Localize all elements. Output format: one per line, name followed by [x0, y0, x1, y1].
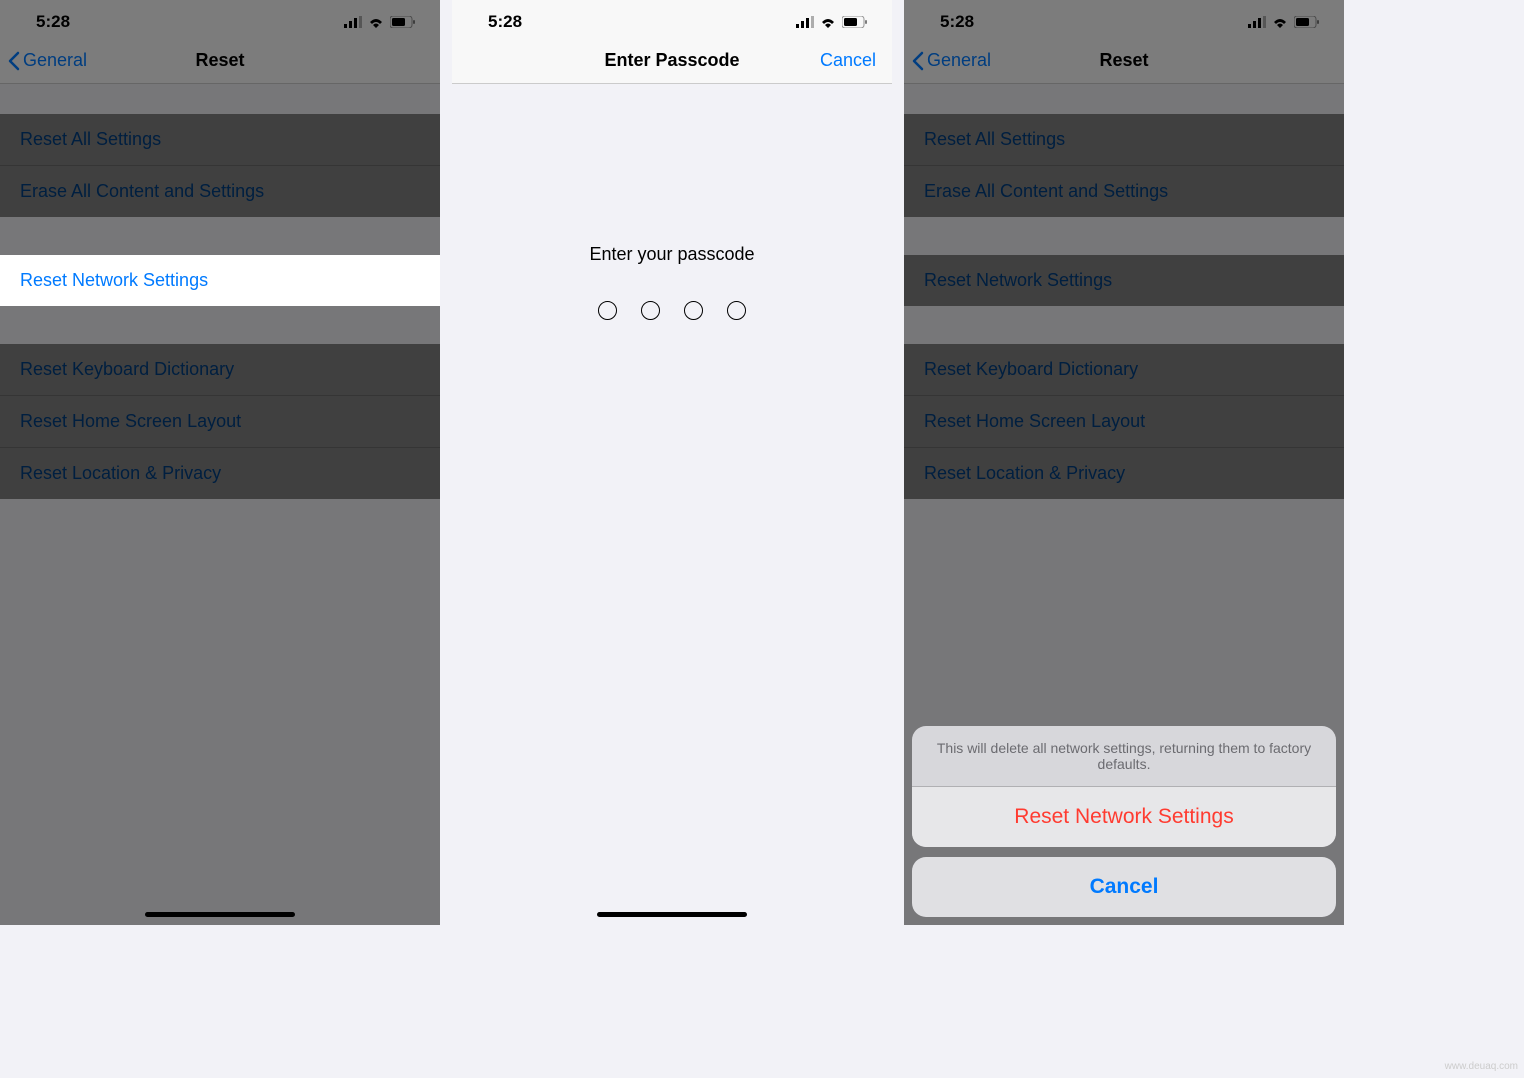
reset-home-screen-layout[interactable]: Reset Home Screen Layout: [904, 396, 1344, 448]
passcode-dots: [452, 301, 892, 320]
reset-home-screen-layout[interactable]: Reset Home Screen Layout: [0, 396, 440, 448]
status-time: 5:28: [940, 12, 974, 32]
watermark: www.deuaq.com: [1445, 1061, 1518, 1072]
action-sheet-header: This will delete all network settings, r…: [912, 726, 1336, 787]
passcode-area: Enter your passcode: [452, 84, 892, 320]
nav-bar: Enter Passcode Cancel: [452, 38, 892, 84]
wifi-icon: [1272, 16, 1288, 28]
reset-network-settings[interactable]: Reset Network Settings: [0, 255, 440, 306]
cancel-button[interactable]: Cancel: [820, 50, 876, 71]
status-bar: 5:28: [452, 0, 892, 38]
passcode-dot: [598, 301, 617, 320]
wifi-icon: [368, 16, 384, 28]
action-sheet-destructive-button[interactable]: Reset Network Settings: [912, 787, 1336, 847]
battery-icon: [842, 16, 868, 28]
erase-all-content[interactable]: Erase All Content and Settings: [0, 166, 440, 217]
nav-back-button[interactable]: General: [904, 50, 991, 71]
phone-screen-reset-highlighted: 5:28 General Reset Reset All Settings Er…: [0, 0, 440, 925]
passcode-dot: [684, 301, 703, 320]
chevron-left-icon: [8, 51, 20, 71]
passcode-dot: [727, 301, 746, 320]
status-icons: [344, 16, 416, 28]
passcode-dot: [641, 301, 660, 320]
status-bar: 5:28: [0, 0, 440, 38]
action-sheet-cancel-button[interactable]: Cancel: [912, 857, 1336, 917]
reset-all-settings[interactable]: Reset All Settings: [904, 114, 1344, 166]
status-bar: 5:28: [904, 0, 1344, 38]
nav-back-button[interactable]: General: [0, 50, 87, 71]
reset-keyboard-dictionary[interactable]: Reset Keyboard Dictionary: [904, 344, 1344, 396]
nav-bar: General Reset: [904, 38, 1344, 84]
wifi-icon: [820, 16, 836, 28]
battery-icon: [1294, 16, 1320, 28]
reset-location-privacy[interactable]: Reset Location & Privacy: [0, 448, 440, 499]
status-time: 5:28: [36, 12, 70, 32]
home-indicator[interactable]: [145, 912, 295, 917]
action-sheet: This will delete all network settings, r…: [912, 726, 1336, 917]
reset-keyboard-dictionary[interactable]: Reset Keyboard Dictionary: [0, 344, 440, 396]
chevron-left-icon: [912, 51, 924, 71]
passcode-prompt: Enter your passcode: [452, 244, 892, 265]
action-sheet-card: This will delete all network settings, r…: [912, 726, 1336, 847]
status-time: 5:28: [488, 12, 522, 32]
nav-back-label: General: [927, 50, 991, 71]
nav-bar: General Reset: [0, 38, 440, 84]
battery-icon: [390, 16, 416, 28]
nav-back-label: General: [23, 50, 87, 71]
phone-screen-passcode: 5:28 Enter Passcode Cancel Enter your pa…: [452, 0, 892, 925]
erase-all-content[interactable]: Erase All Content and Settings: [904, 166, 1344, 217]
reset-all-settings[interactable]: Reset All Settings: [0, 114, 440, 166]
cellular-signal-icon: [1248, 16, 1266, 28]
reset-network-settings[interactable]: Reset Network Settings: [904, 255, 1344, 306]
phone-screen-reset-actionsheet: 5:28 General Reset Reset All Settings Er…: [904, 0, 1344, 925]
home-indicator[interactable]: [597, 912, 747, 917]
status-icons: [796, 16, 868, 28]
cellular-signal-icon: [796, 16, 814, 28]
status-icons: [1248, 16, 1320, 28]
reset-location-privacy[interactable]: Reset Location & Privacy: [904, 448, 1344, 499]
cellular-signal-icon: [344, 16, 362, 28]
